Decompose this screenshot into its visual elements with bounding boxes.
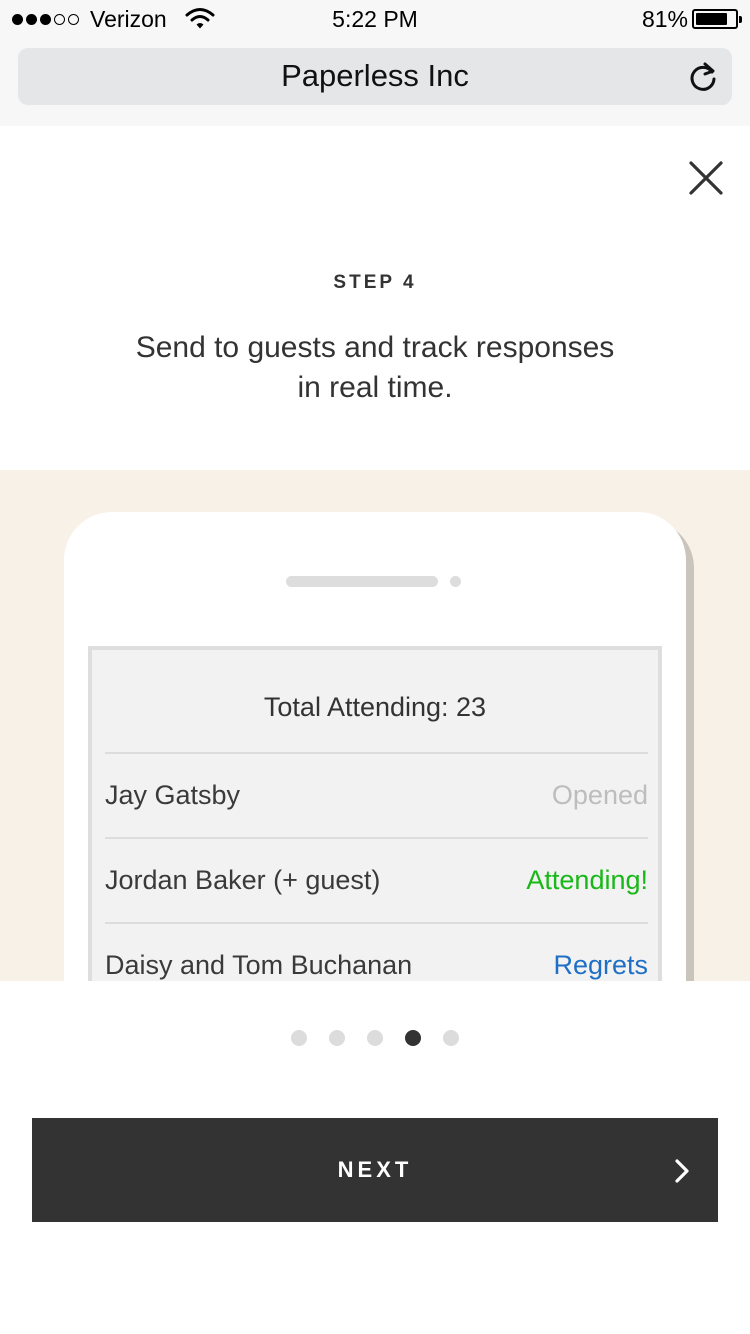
phone-mockup: Total Attending: 23 Jay Gatsby Opened Jo… bbox=[64, 512, 686, 981]
page-dot[interactable] bbox=[367, 1030, 383, 1046]
reload-icon[interactable] bbox=[686, 60, 720, 94]
status-time: 5:22 PM bbox=[332, 6, 418, 32]
battery-percentage: 81% bbox=[641, 5, 688, 32]
page-dot[interactable] bbox=[291, 1030, 307, 1046]
phone-illustration: Total Attending: 23 Jay Gatsby Opened Jo… bbox=[0, 470, 750, 981]
page-dot[interactable] bbox=[329, 1030, 345, 1046]
rsvp-tracker-screen: Total Attending: 23 Jay Gatsby Opened Jo… bbox=[88, 646, 662, 981]
guest-row: Jay Gatsby Opened bbox=[105, 752, 648, 837]
chevron-right-icon bbox=[675, 1159, 689, 1183]
next-button-label: NEXT bbox=[337, 1157, 413, 1182]
address-bar[interactable]: Paperless Inc bbox=[18, 48, 732, 105]
guest-status: Attending! bbox=[526, 865, 648, 895]
guest-row: Daisy and Tom Buchanan Regrets bbox=[105, 922, 648, 981]
phone-speaker bbox=[286, 576, 438, 587]
browser-toolbar: Paperless Inc bbox=[0, 40, 750, 126]
total-attending: Total Attending: 23 bbox=[263, 692, 487, 722]
guest-name: Jordan Baker (+ guest) bbox=[105, 865, 381, 895]
battery-icon bbox=[692, 9, 742, 29]
page-dot[interactable] bbox=[405, 1030, 421, 1046]
guest-row: Jordan Baker (+ guest) Attending! bbox=[105, 837, 648, 922]
next-button[interactable]: NEXT bbox=[32, 1118, 718, 1222]
page-title: Paperless Inc bbox=[281, 58, 469, 93]
step-description: Send to guests and track responses in re… bbox=[135, 331, 615, 404]
guest-name: Daisy and Tom Buchanan bbox=[105, 950, 413, 980]
page-dot[interactable] bbox=[443, 1030, 459, 1046]
close-icon[interactable] bbox=[682, 154, 730, 202]
step-label: STEP 4 bbox=[333, 272, 417, 293]
status-bar: Verizon 5:22 PM 81% bbox=[0, 0, 750, 40]
onboarding-screen: Verizon 5:22 PM 81% Paperless Inc STEP 4… bbox=[0, 0, 750, 1334]
phone-camera bbox=[450, 576, 461, 587]
guest-status: Opened bbox=[551, 780, 648, 810]
guest-status: Regrets bbox=[553, 950, 648, 980]
guest-list: Jay Gatsby Opened Jordan Baker (+ guest)… bbox=[105, 752, 648, 981]
pagination-dots bbox=[0, 1030, 750, 1046]
guest-name: Jay Gatsby bbox=[105, 780, 241, 810]
